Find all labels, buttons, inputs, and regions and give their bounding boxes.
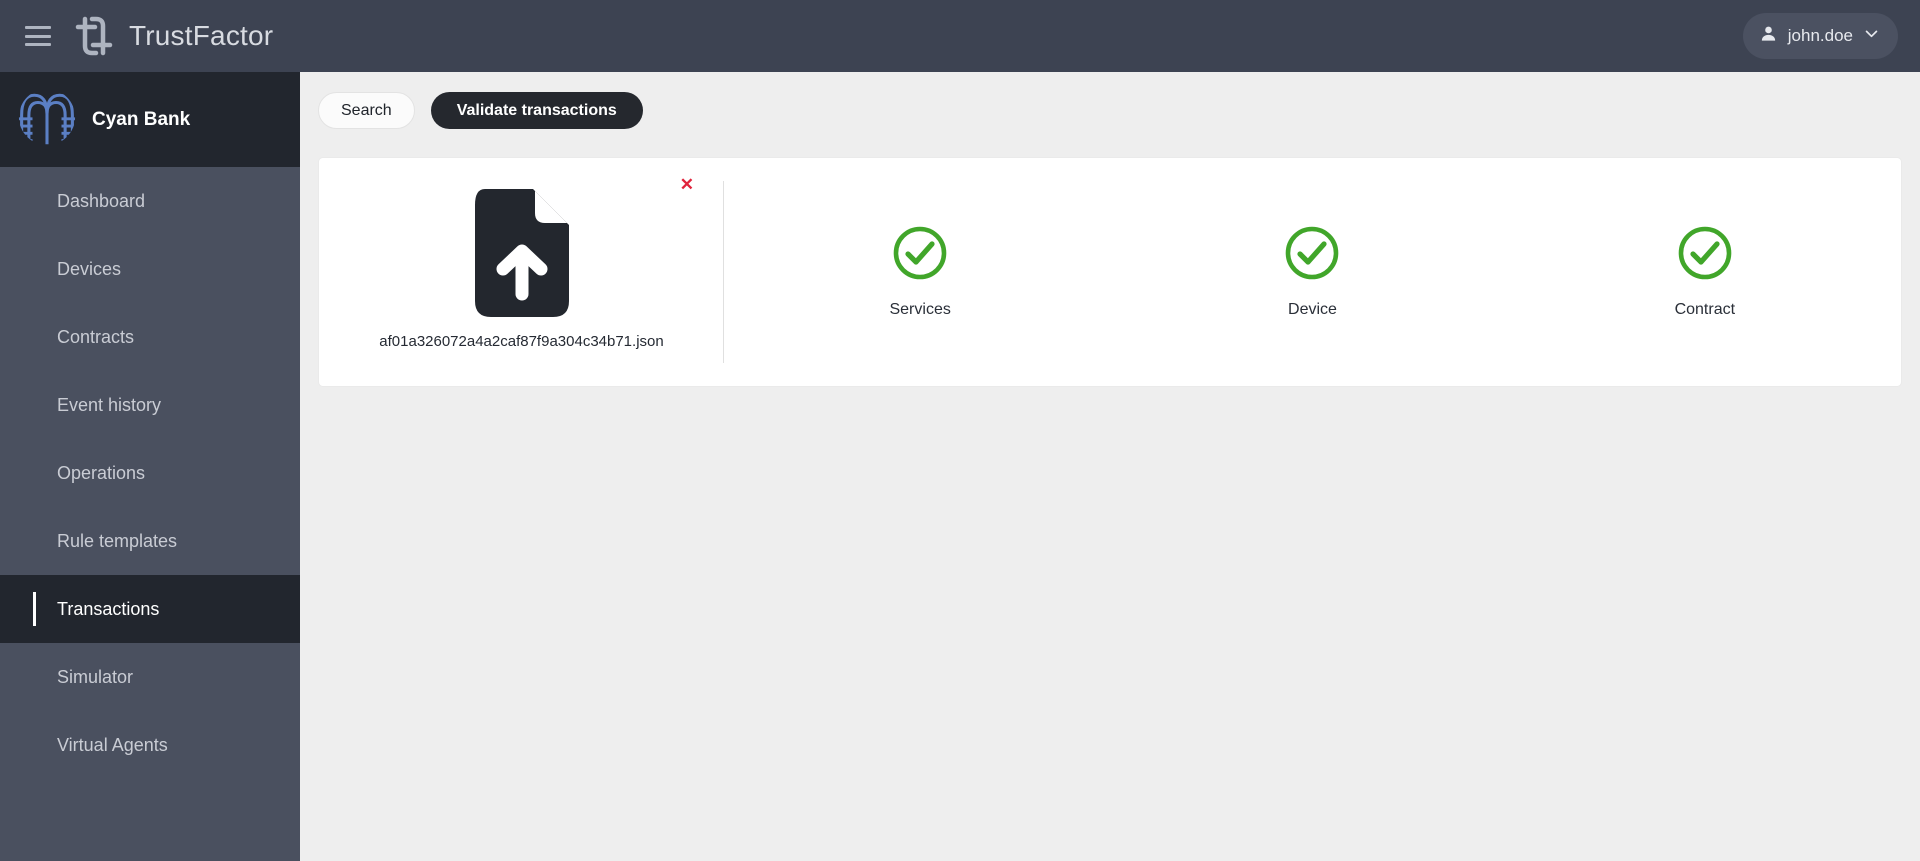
- validation-item-label: Device: [1288, 301, 1337, 318]
- person-icon: [1759, 24, 1778, 48]
- hamburger-bar-3: [25, 43, 51, 46]
- sidebar-item-contracts[interactable]: Contracts: [0, 303, 300, 371]
- check-circle-icon: [892, 225, 948, 286]
- tab-label: Search: [341, 101, 392, 119]
- validation-result-card: ✕ af01a326072a4a2caf87f9a304c34b71.json: [318, 157, 1902, 387]
- sidebar-item-dashboard[interactable]: Dashboard: [0, 167, 300, 235]
- view-tabs: Search Validate transactions: [300, 72, 1920, 129]
- sidebar-item-label: Event history: [57, 394, 162, 415]
- tab-validate-transactions[interactable]: Validate transactions: [430, 92, 643, 129]
- sidebar-item-label: Rule templates: [57, 530, 178, 551]
- trustfactor-logo-icon: [73, 13, 115, 59]
- hamburger-bar-2: [25, 34, 51, 38]
- tab-label: Validate transactions: [456, 101, 617, 119]
- bank-name-label: Cyan Bank: [92, 108, 191, 130]
- user-name-label: john.doe: [1787, 26, 1853, 45]
- check-circle-icon: [1284, 225, 1340, 286]
- sidebar-item-virtual-agents[interactable]: Virtual Agents: [0, 711, 300, 779]
- sidebar-item-operations[interactable]: Operations: [0, 439, 300, 507]
- sidebar-item-transactions[interactable]: Transactions: [0, 575, 300, 643]
- hamburger-icon[interactable]: [25, 26, 51, 46]
- sidebar-item-label: Operations: [57, 462, 146, 483]
- validation-item-label: Services: [889, 301, 951, 318]
- sidebar-item-event-history[interactable]: Event history: [0, 371, 300, 439]
- app-title: TrustFactor: [129, 20, 274, 51]
- sidebar-item-label: Contracts: [57, 326, 135, 347]
- validation-item-contract: Contract: [1509, 225, 1901, 319]
- hamburger-bar-1: [25, 26, 51, 29]
- tab-search[interactable]: Search: [318, 92, 415, 129]
- sidebar-item-label: Devices: [57, 258, 122, 279]
- sidebar-item-devices[interactable]: Devices: [0, 235, 300, 303]
- uploaded-file-pane: ✕ af01a326072a4a2caf87f9a304c34b71.json: [319, 158, 724, 386]
- sidebar-item-label: Simulator: [57, 666, 134, 687]
- validation-item-device: Device: [1116, 225, 1508, 319]
- sidebar-item-label: Transactions: [57, 598, 160, 619]
- check-circle-icon: [1677, 225, 1733, 286]
- validation-item-services: Services: [724, 225, 1116, 319]
- validation-item-label: Contract: [1674, 301, 1736, 318]
- cyan-bank-logo-icon: [18, 88, 76, 151]
- top-header-bar: TrustFactor john.doe: [0, 0, 1920, 72]
- sidebar-item-label: Dashboard: [57, 190, 146, 211]
- sidebar-brand: Cyan Bank: [0, 72, 300, 167]
- main-content-area: Search Validate transactions ✕ af01a3260…: [300, 72, 1920, 861]
- sidebar-navigation: Cyan Bank Dashboard Devices Contracts Ev…: [0, 72, 300, 861]
- user-menu-button[interactable]: john.doe: [1742, 13, 1898, 59]
- close-x-icon[interactable]: ✕: [680, 176, 694, 193]
- sidebar-item-rule-templates[interactable]: Rule templates: [0, 507, 300, 575]
- uploaded-filename-label: af01a326072a4a2caf87f9a304c34b71.json: [379, 332, 664, 350]
- sidebar-item-simulator[interactable]: Simulator: [0, 643, 300, 711]
- file-upload-icon: [474, 188, 569, 317]
- sidebar-item-label: Virtual Agents: [57, 734, 168, 755]
- validation-status-pane: Services Device Contract: [724, 158, 1901, 386]
- chevron-down-icon: [1863, 25, 1880, 47]
